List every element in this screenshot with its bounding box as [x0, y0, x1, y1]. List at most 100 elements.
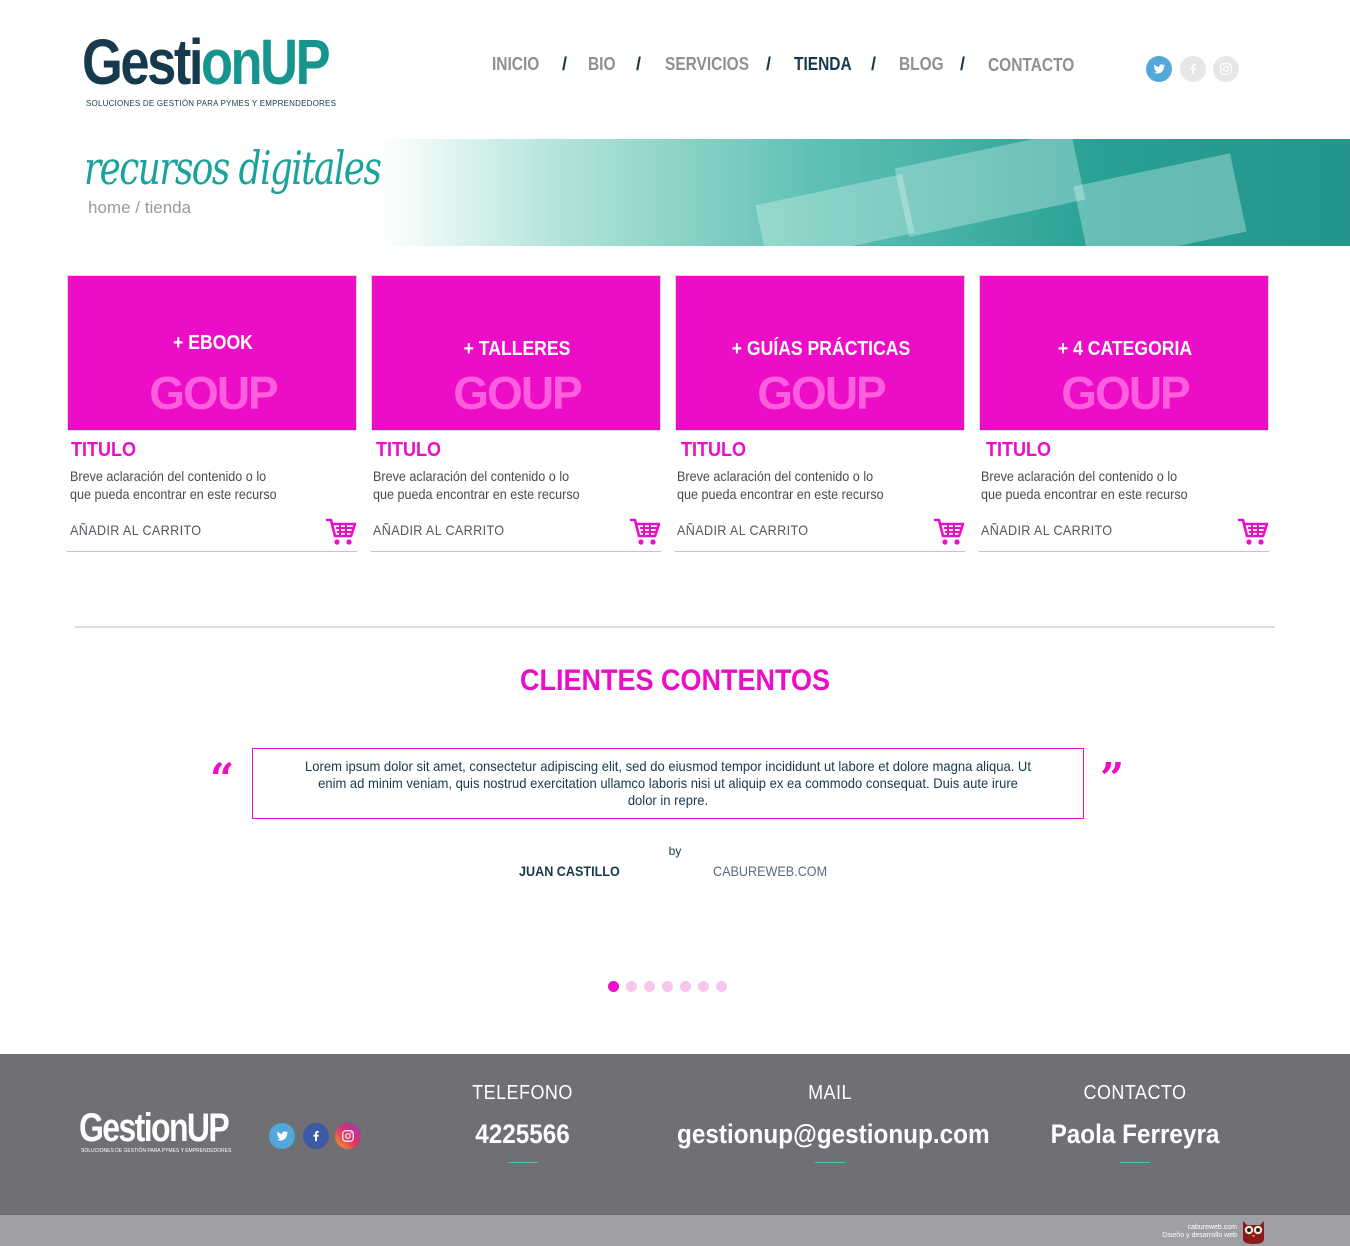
banner-image: [380, 139, 1350, 246]
nav-item-tienda[interactable]: TIENDA: [794, 54, 852, 75]
product-category: + TALLERES: [463, 338, 571, 360]
phone-label: TELEFONO: [472, 1082, 573, 1104]
credits-bar: cabureweb.com Diseño y desarrollo web: [0, 1215, 1350, 1246]
cart-icon[interactable]: [933, 517, 965, 547]
owl-logo-icon[interactable]: [1240, 1217, 1267, 1245]
phone-underline: [507, 1162, 538, 1163]
mail-value[interactable]: gestionup@gestionup.com: [677, 1119, 990, 1150]
breadcrumb: home / tienda: [88, 198, 191, 218]
testimonial-author: JUAN CASTILLO: [519, 863, 620, 879]
product-image[interactable]: + 4 CATEGORIA GOUP: [979, 275, 1269, 431]
close-quote-icon: ”: [1100, 754, 1125, 803]
facebook-icon[interactable]: [1180, 56, 1206, 82]
carousel-dot[interactable]: [626, 981, 637, 992]
credit-text: Diseño y desarrollo web: [1162, 1232, 1237, 1239]
product-description: Breve aclaración del contenido o lo que …: [70, 468, 277, 502]
card-underline: [979, 551, 1269, 552]
product-card-ebook: + EBOOK GOUP TITULO Breve aclaración del…: [67, 275, 357, 555]
page: GestionUP SOLUCIONES DE GESTIÓN PARA PYM…: [0, 0, 1350, 1246]
goup-watermark: GOUP: [757, 367, 886, 419]
breadcrumb-home[interactable]: home: [88, 198, 131, 217]
product-card-talleres: + TALLERES GOUP TITULO Breve aclaración …: [371, 275, 661, 555]
nav-item-contacto[interactable]: CONTACTO: [988, 55, 1074, 76]
breadcrumb-current: tienda: [144, 198, 192, 217]
footer-phone: TELEFONO 4225566: [440, 1082, 605, 1163]
contact-underline: [1120, 1162, 1150, 1163]
product-title[interactable]: TITULO: [376, 439, 441, 462]
carousel-dot[interactable]: [680, 981, 691, 992]
goup-watermark: GOUP: [149, 367, 278, 419]
product-category: + EBOOK: [173, 332, 253, 354]
product-image[interactable]: + GUÍAS PRÁCTICAS GOUP: [675, 275, 965, 431]
product-title[interactable]: TITULO: [71, 439, 136, 462]
mail-label: MAIL: [808, 1082, 852, 1104]
breadcrumb-separator: /: [135, 198, 140, 217]
product-title[interactable]: TITULO: [986, 439, 1051, 462]
footer-logo-tagline: SOLUCIONES DE GESTIÓN PARA PYMES Y EMPRE…: [81, 1148, 232, 1154]
carousel-dot[interactable]: [716, 981, 727, 992]
nav-separator: /: [766, 54, 772, 74]
cart-icon[interactable]: [1237, 517, 1269, 547]
logo-bulb: o: [200, 26, 233, 98]
add-to-cart-link[interactable]: AÑADIR AL CARRITO: [373, 522, 504, 538]
page-banner: recursos digitales home / tienda: [0, 139, 1350, 246]
footer-logo-wordmark: GestionUP: [79, 1106, 230, 1150]
section-divider: [75, 626, 1275, 628]
footer-contact: CONTACTO Paola Ferreyra: [1030, 1082, 1240, 1163]
nav-item-inicio[interactable]: INICIO: [492, 54, 539, 75]
mail-underline: [815, 1162, 845, 1163]
site-logo[interactable]: GestionUP SOLUCIONES DE GESTIÓN PARA PYM…: [82, 30, 342, 112]
twitter-icon[interactable]: [269, 1123, 295, 1149]
twitter-icon[interactable]: [1146, 56, 1172, 82]
site-footer: GestionUP SOLUCIONES DE GESTIÓN PARA PYM…: [0, 1054, 1350, 1215]
nav-separator: /: [960, 54, 966, 74]
product-category: + 4 CATEGORIA: [1057, 338, 1193, 360]
card-underline: [67, 551, 357, 552]
add-to-cart-link[interactable]: AÑADIR AL CARRITO: [981, 522, 1112, 538]
carousel-dot[interactable]: [698, 981, 709, 992]
testimonials-title: CLIENTES CONTENTOS: [519, 664, 831, 697]
developer-credit[interactable]: cabureweb.com Diseño y desarrollo web: [1162, 1224, 1237, 1240]
instagram-icon[interactable]: [1213, 56, 1239, 82]
page-title: recursos digitales: [84, 141, 382, 195]
testimonial-text: Lorem ipsum dolor sit amet, consectetur …: [305, 758, 1031, 808]
nav-item-blog[interactable]: BLOG: [899, 54, 944, 75]
instagram-icon[interactable]: [335, 1123, 361, 1149]
testimonial-box: Lorem ipsum dolor sit amet, consectetur …: [252, 748, 1084, 819]
product-category: + GUÍAS PRÁCTICAS: [731, 338, 911, 360]
product-card-guias: + GUÍAS PRÁCTICAS GOUP TITULO Breve acla…: [675, 275, 965, 555]
product-description: Breve aclaración del contenido o lo que …: [677, 468, 884, 502]
nav-separator: /: [562, 54, 568, 74]
product-card-categoria: + 4 CATEGORIA GOUP TITULO Breve aclaraci…: [979, 275, 1269, 555]
credit-domain: cabureweb.com: [1187, 1224, 1237, 1231]
product-description: Breve aclaración del contenido o lo que …: [373, 468, 580, 502]
nav-item-servicios[interactable]: SERVICIOS: [665, 54, 749, 75]
carousel-dot[interactable]: [644, 981, 655, 992]
goup-watermark: GOUP: [453, 367, 582, 419]
card-underline: [371, 551, 661, 552]
logo-tagline: SOLUCIONES DE GESTIÓN PARA PYMES Y EMPRE…: [86, 99, 337, 108]
footer-logo[interactable]: GestionUP SOLUCIONES DE GESTIÓN PARA PYM…: [79, 1106, 265, 1154]
add-to-cart-link[interactable]: AÑADIR AL CARRITO: [70, 522, 201, 538]
testimonial-company[interactable]: CABUREWEB.COM: [713, 863, 827, 879]
product-image[interactable]: + EBOOK GOUP: [67, 275, 357, 431]
phone-value[interactable]: 4225566: [448, 1119, 597, 1150]
contact-value: Paola Ferreyra: [1050, 1119, 1220, 1149]
nav-item-bio[interactable]: BIO: [588, 54, 616, 75]
cart-icon[interactable]: [629, 517, 661, 547]
product-description: Breve aclaración del contenido o lo que …: [981, 468, 1188, 502]
nav-separator: /: [871, 54, 877, 74]
cart-icon[interactable]: [325, 517, 357, 547]
card-underline: [675, 551, 965, 552]
carousel-dot[interactable]: [608, 981, 619, 992]
product-image[interactable]: + TALLERES GOUP: [371, 275, 661, 431]
facebook-icon[interactable]: [303, 1123, 329, 1149]
footer-mail: MAIL gestionup@gestionup.com: [660, 1082, 1000, 1163]
nav-separator: /: [636, 54, 642, 74]
carousel-dot[interactable]: [662, 981, 673, 992]
product-title[interactable]: TITULO: [681, 439, 746, 462]
logo-wordmark: GestionUP: [82, 26, 331, 98]
add-to-cart-link[interactable]: AÑADIR AL CARRITO: [677, 522, 808, 538]
goup-watermark: GOUP: [1061, 367, 1190, 419]
contact-label: CONTACTO: [1083, 1082, 1187, 1104]
